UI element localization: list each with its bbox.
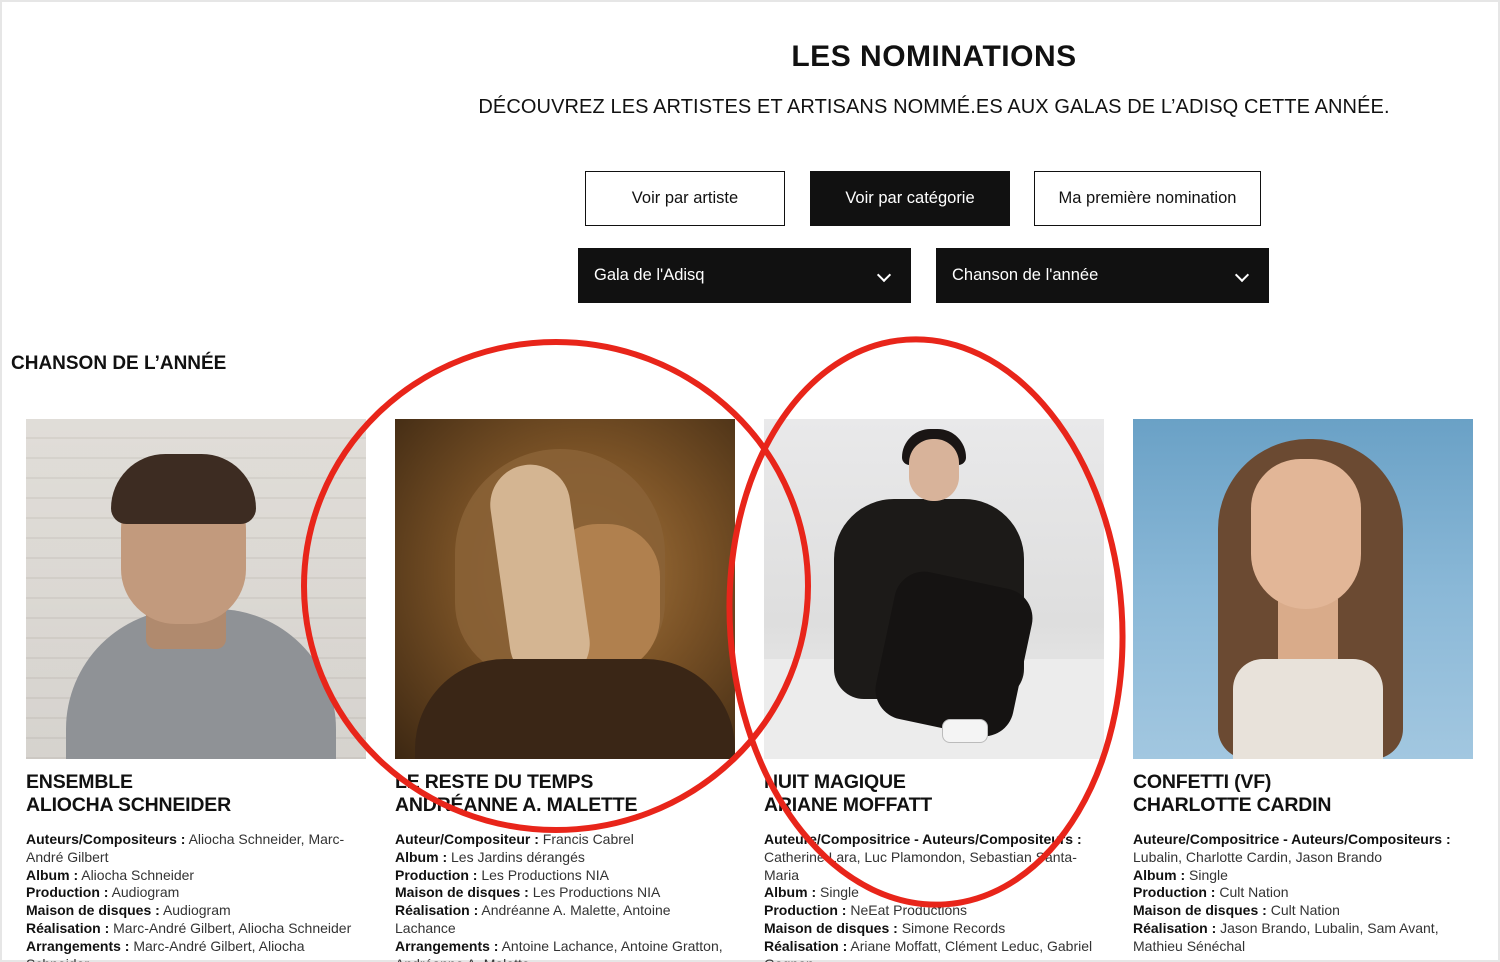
credit-value: Catherine Lara, Luc Plamondon, Sebastian… (764, 848, 1077, 883)
credit-line: Maison de disques : Les Productions NIA (395, 884, 735, 902)
credit-label: Auteure/Compositrice - Auteurs/Composite… (764, 831, 1082, 847)
nominee-title[interactable]: NUIT MAGIQUE ARIANE MOFFATT (764, 771, 1104, 817)
artist-name: ANDRÉANNE A. MALETTE (395, 794, 638, 816)
nominee-photo[interactable] (1133, 419, 1473, 759)
credit-value: Cult Nation (1270, 902, 1340, 919)
credit-line: Auteure/Compositrice - Auteurs/Composite… (1133, 831, 1473, 867)
nominee-photo[interactable] (764, 419, 1104, 759)
credit-line: Album : Single (1133, 867, 1473, 885)
nominee-photo[interactable] (26, 419, 366, 759)
nominee-title[interactable]: CONFETTI (VF) CHARLOTTE CARDIN (1133, 771, 1473, 817)
credit-label: Album : (1133, 866, 1186, 883)
credit-value: Les Productions NIA (481, 866, 609, 883)
song-title: CONFETTI (VF) (1133, 771, 1272, 793)
credit-value: Francis Cabrel (542, 831, 634, 847)
chevron-down-icon (1234, 267, 1250, 283)
credit-value: Simone Records (901, 919, 1006, 936)
credit-value: Aliocha Schneider (81, 866, 195, 883)
song-title: ENSEMBLE (26, 771, 133, 793)
chevron-down-icon (876, 267, 892, 283)
credit-line: Album : Single (764, 884, 1104, 902)
credit-label: Album : (764, 884, 817, 901)
credit-label: Réalisation : (764, 937, 848, 954)
credit-value: Single (1189, 866, 1228, 883)
credit-label: Production : (764, 902, 847, 919)
nominee-card[interactable]: CONFETTI (VF) CHARLOTTE CARDIN Auteure/C… (1133, 419, 1473, 956)
nominee-photo[interactable] (395, 419, 735, 759)
credit-value: Audiogram (162, 902, 231, 919)
credit-line: Réalisation : Andréanne A. Malette, Anto… (395, 902, 735, 938)
credit-value: NeEat Productions (850, 902, 968, 919)
credits-list: Auteurs/Compositeurs : Aliocha Schneider… (26, 831, 366, 962)
first-nomination-button[interactable]: Ma première nomination (1034, 171, 1261, 226)
nominee-title[interactable]: ENSEMBLE ALIOCHA SCHNEIDER (26, 771, 366, 817)
credit-line: Maison de disques : Simone Records (764, 920, 1104, 938)
category-select[interactable]: Chanson de l'année (936, 248, 1269, 303)
credit-label: Réalisation : (395, 902, 479, 919)
page-title: LES NOMINATIONS (791, 40, 1077, 73)
credit-line: Réalisation : Marc-André Gilbert, Alioch… (26, 920, 366, 938)
view-by-category-button[interactable]: Voir par catégorie (810, 171, 1010, 226)
category-select-value: Chanson de l'année (952, 266, 1099, 284)
credit-label: Maison de disques : (26, 902, 160, 919)
artist-name: CHARLOTTE CARDIN (1133, 794, 1332, 816)
credit-label: Album : (26, 866, 79, 883)
page-subtitle: DÉCOUVREZ LES ARTISTES ET ARTISANS NOMMÉ… (478, 96, 1390, 118)
nominee-card[interactable]: ENSEMBLE ALIOCHA SCHNEIDER Auteurs/Compo… (26, 419, 366, 962)
credit-line: Production : NeEat Productions (764, 902, 1104, 920)
credit-value: Cult Nation (1219, 884, 1289, 901)
credit-line: Arrangements : Marc-André Gilbert, Alioc… (26, 938, 366, 962)
credit-line: Production : Cult Nation (1133, 884, 1473, 902)
credit-label: Production : (26, 884, 109, 901)
credit-label: Production : (1133, 884, 1216, 901)
credit-label: Réalisation : (1133, 919, 1217, 936)
song-title: LE RESTE DU TEMPS (395, 771, 594, 793)
credit-label: Réalisation : (26, 919, 110, 936)
credit-line: Production : Les Productions NIA (395, 867, 735, 885)
nominee-card[interactable]: LE RESTE DU TEMPS ANDRÉANNE A. MALETTE A… (395, 419, 735, 962)
gala-select[interactable]: Gala de l'Adisq (578, 248, 911, 303)
artist-name: ALIOCHA SCHNEIDER (26, 794, 231, 816)
artist-name: ARIANE MOFFATT (764, 794, 932, 816)
credit-label: Maison de disques : (764, 919, 898, 936)
credit-label: Auteure/Compositrice - Auteurs/Composite… (1133, 831, 1451, 847)
credit-label: Production : (395, 866, 478, 883)
credit-line: Album : Aliocha Schneider (26, 867, 366, 885)
credit-value: Single (820, 884, 859, 901)
credit-line: Auteurs/Compositeurs : Aliocha Schneider… (26, 831, 366, 867)
credit-label: Arrangements : (26, 937, 130, 954)
nominee-title[interactable]: LE RESTE DU TEMPS ANDRÉANNE A. MALETTE (395, 771, 735, 817)
section-title: CHANSON DE L’ANNÉE (11, 353, 227, 374)
credit-label: Maison de disques : (395, 884, 529, 901)
gala-select-value: Gala de l'Adisq (594, 266, 705, 284)
credits-list: Auteur/Compositeur : Francis Cabrel Albu… (395, 831, 735, 962)
credits-list: Auteure/Compositrice - Auteurs/Composite… (1133, 831, 1473, 956)
credit-line: Réalisation : Jason Brando, Lubalin, Sam… (1133, 920, 1473, 956)
credit-value: Les Jardins dérangés (451, 848, 585, 865)
credit-label: Album : (395, 848, 448, 865)
credit-line: Maison de disques : Cult Nation (1133, 902, 1473, 920)
credit-line: Réalisation : Ariane Moffatt, Clément Le… (764, 938, 1104, 962)
view-by-artist-button[interactable]: Voir par artiste (585, 171, 785, 226)
credit-line: Arrangements : Antoine Lachance, Antoine… (395, 938, 735, 962)
credit-value: Marc-André Gilbert, Aliocha Schneider (113, 919, 352, 936)
credit-line: Maison de disques : Audiogram (26, 902, 366, 920)
credit-line: Auteur/Compositeur : Francis Cabrel (395, 831, 735, 849)
credit-value: Audiogram (111, 884, 180, 901)
credit-label: Auteurs/Compositeurs : (26, 831, 186, 847)
song-title: NUIT MAGIQUE (764, 771, 906, 793)
credit-label: Auteur/Compositeur : (395, 831, 539, 847)
credit-value: Lubalin, Charlotte Cardin, Jason Brando (1133, 848, 1383, 865)
credit-label: Arrangements : (395, 937, 499, 954)
credit-value: Les Productions NIA (532, 884, 661, 901)
credit-line: Auteure/Compositrice - Auteurs/Composite… (764, 831, 1104, 884)
credits-list: Auteure/Compositrice - Auteurs/Composite… (764, 831, 1104, 962)
credit-line: Album : Les Jardins dérangés (395, 849, 735, 867)
credit-line: Production : Audiogram (26, 884, 366, 902)
nominee-card[interactable]: NUIT MAGIQUE ARIANE MOFFATT Auteure/Comp… (764, 419, 1104, 962)
credit-label: Maison de disques : (1133, 902, 1267, 919)
